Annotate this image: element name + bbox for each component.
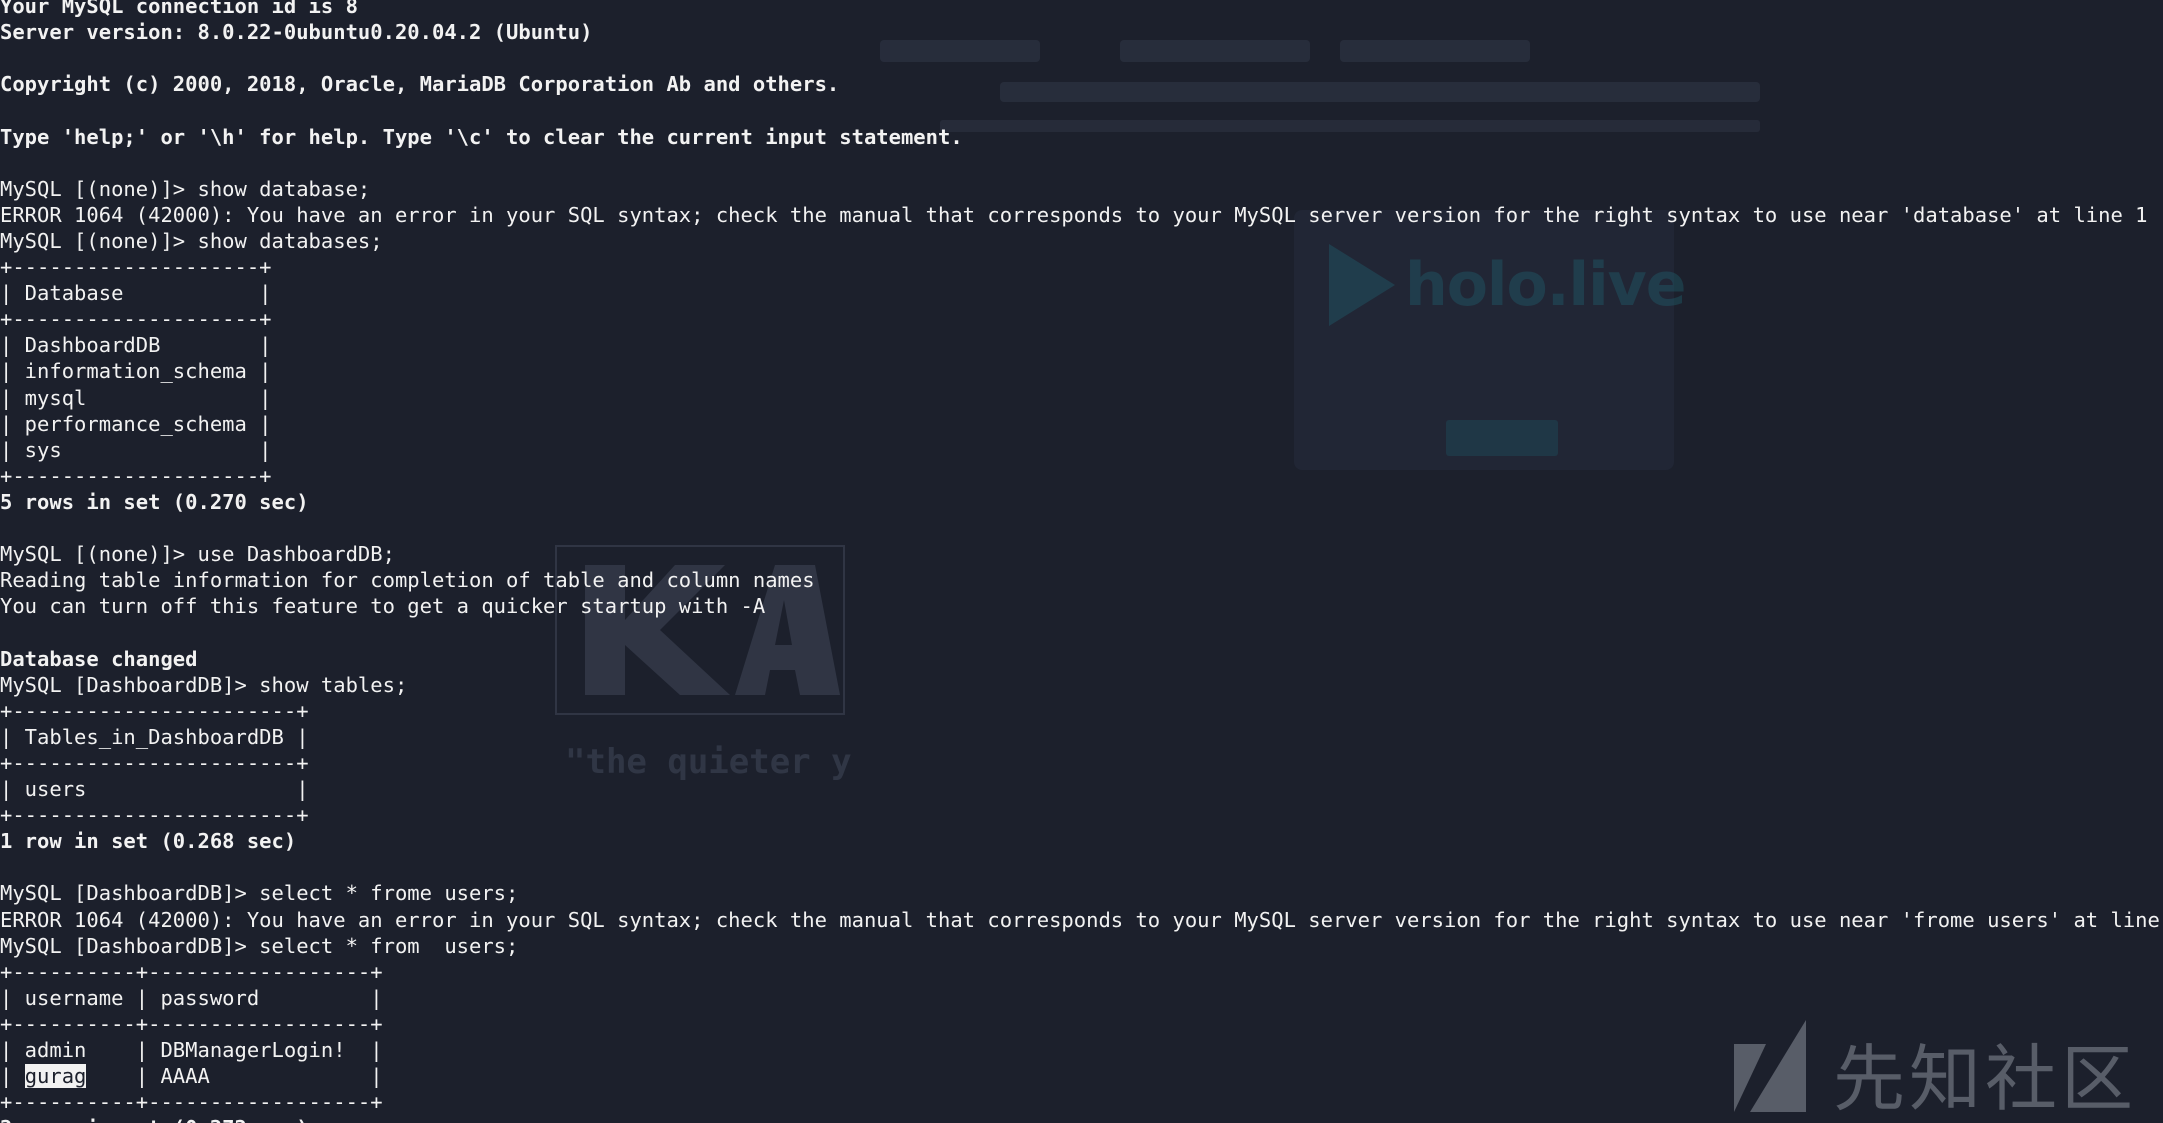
terminal-line: +--------------------+ bbox=[0, 463, 272, 488]
terminal-line: | users | bbox=[0, 777, 309, 801]
terminal-line: MySQL [(none)]> show databases; bbox=[0, 228, 383, 253]
terminal-line: +--------------------+ bbox=[0, 307, 272, 332]
terminal-line: MySQL [DashboardDB]> show tables; bbox=[0, 672, 408, 697]
terminal-line: +----------+------------------+ bbox=[0, 1011, 383, 1036]
terminal-line: | sys | bbox=[0, 437, 272, 462]
watermark: 先知社区 bbox=[1728, 1016, 2148, 1121]
terminal-line: | Tables_in_DashboardDB | bbox=[0, 724, 309, 749]
terminal-line: 1 row in set (0.268 sec) bbox=[0, 829, 297, 854]
terminal-line: ERROR 1064 (42000): You have an error in… bbox=[0, 907, 2163, 932]
selected-text: gurag bbox=[24, 1064, 87, 1089]
terminal-line: | DashboardDB | bbox=[0, 333, 272, 358]
terminal-line: Server version: 8.0.22-0ubuntu0.20.04.2 … bbox=[0, 20, 593, 45]
terminal-line: +-----------------------+ bbox=[0, 698, 309, 723]
terminal-line: MySQL [DashboardDB]> select * frome user… bbox=[0, 881, 519, 906]
terminal-line: | admin | DBManagerLogin! | bbox=[0, 1038, 383, 1062]
terminal-line: +----------+------------------+ bbox=[0, 1090, 383, 1115]
terminal-line: | gurag | AAAA | bbox=[0, 1064, 383, 1089]
terminal-line: Type 'help;' or '\h' for help. Type '\c'… bbox=[0, 124, 963, 149]
watermark-logo-icon bbox=[1734, 1020, 1806, 1112]
terminal-screen: holo.live "the quieter y Your MySQL conn… bbox=[0, 0, 2163, 1123]
terminal-line: MySQL [DashboardDB]> select * from users… bbox=[0, 933, 519, 958]
terminal-line: 5 rows in set (0.270 sec) bbox=[0, 489, 309, 514]
terminal-line: | username | password | bbox=[0, 985, 383, 1010]
terminal-line: Copyright (c) 2000, 2018, Oracle, MariaD… bbox=[0, 72, 840, 97]
terminal-line: Reading table information for completion… bbox=[0, 568, 815, 593]
terminal-line: Database changed bbox=[0, 646, 198, 671]
terminal-line: +--------------------+ bbox=[0, 255, 272, 279]
watermark-text: 先知社区 bbox=[1833, 1037, 2138, 1121]
terminal-line: +-----------------------+ bbox=[0, 750, 309, 775]
terminal-line: ERROR 1064 (42000): You have an error in… bbox=[0, 202, 2148, 227]
terminal-output[interactable]: Your MySQL connection id is 8 Server vers… bbox=[0, 0, 2163, 1123]
terminal-line: | information_schema | bbox=[0, 359, 272, 384]
terminal-line: | performance_schema | bbox=[0, 411, 272, 436]
terminal-line: 2 rows in set (0.272 sec) bbox=[0, 1115, 309, 1123]
terminal-line: +-----------------------+ bbox=[0, 803, 309, 828]
terminal-line: Your MySQL connection id is 8 bbox=[0, 0, 358, 18]
terminal-line: You can turn off this feature to get a q… bbox=[0, 594, 766, 619]
terminal-line: +----------+------------------+ bbox=[0, 959, 383, 984]
terminal-line: | Database | bbox=[0, 281, 272, 306]
terminal-line: MySQL [(none)]> show database; bbox=[0, 176, 371, 201]
terminal-line: | mysql | bbox=[0, 385, 272, 410]
terminal-line: MySQL [(none)]> use DashboardDB; bbox=[0, 542, 395, 567]
